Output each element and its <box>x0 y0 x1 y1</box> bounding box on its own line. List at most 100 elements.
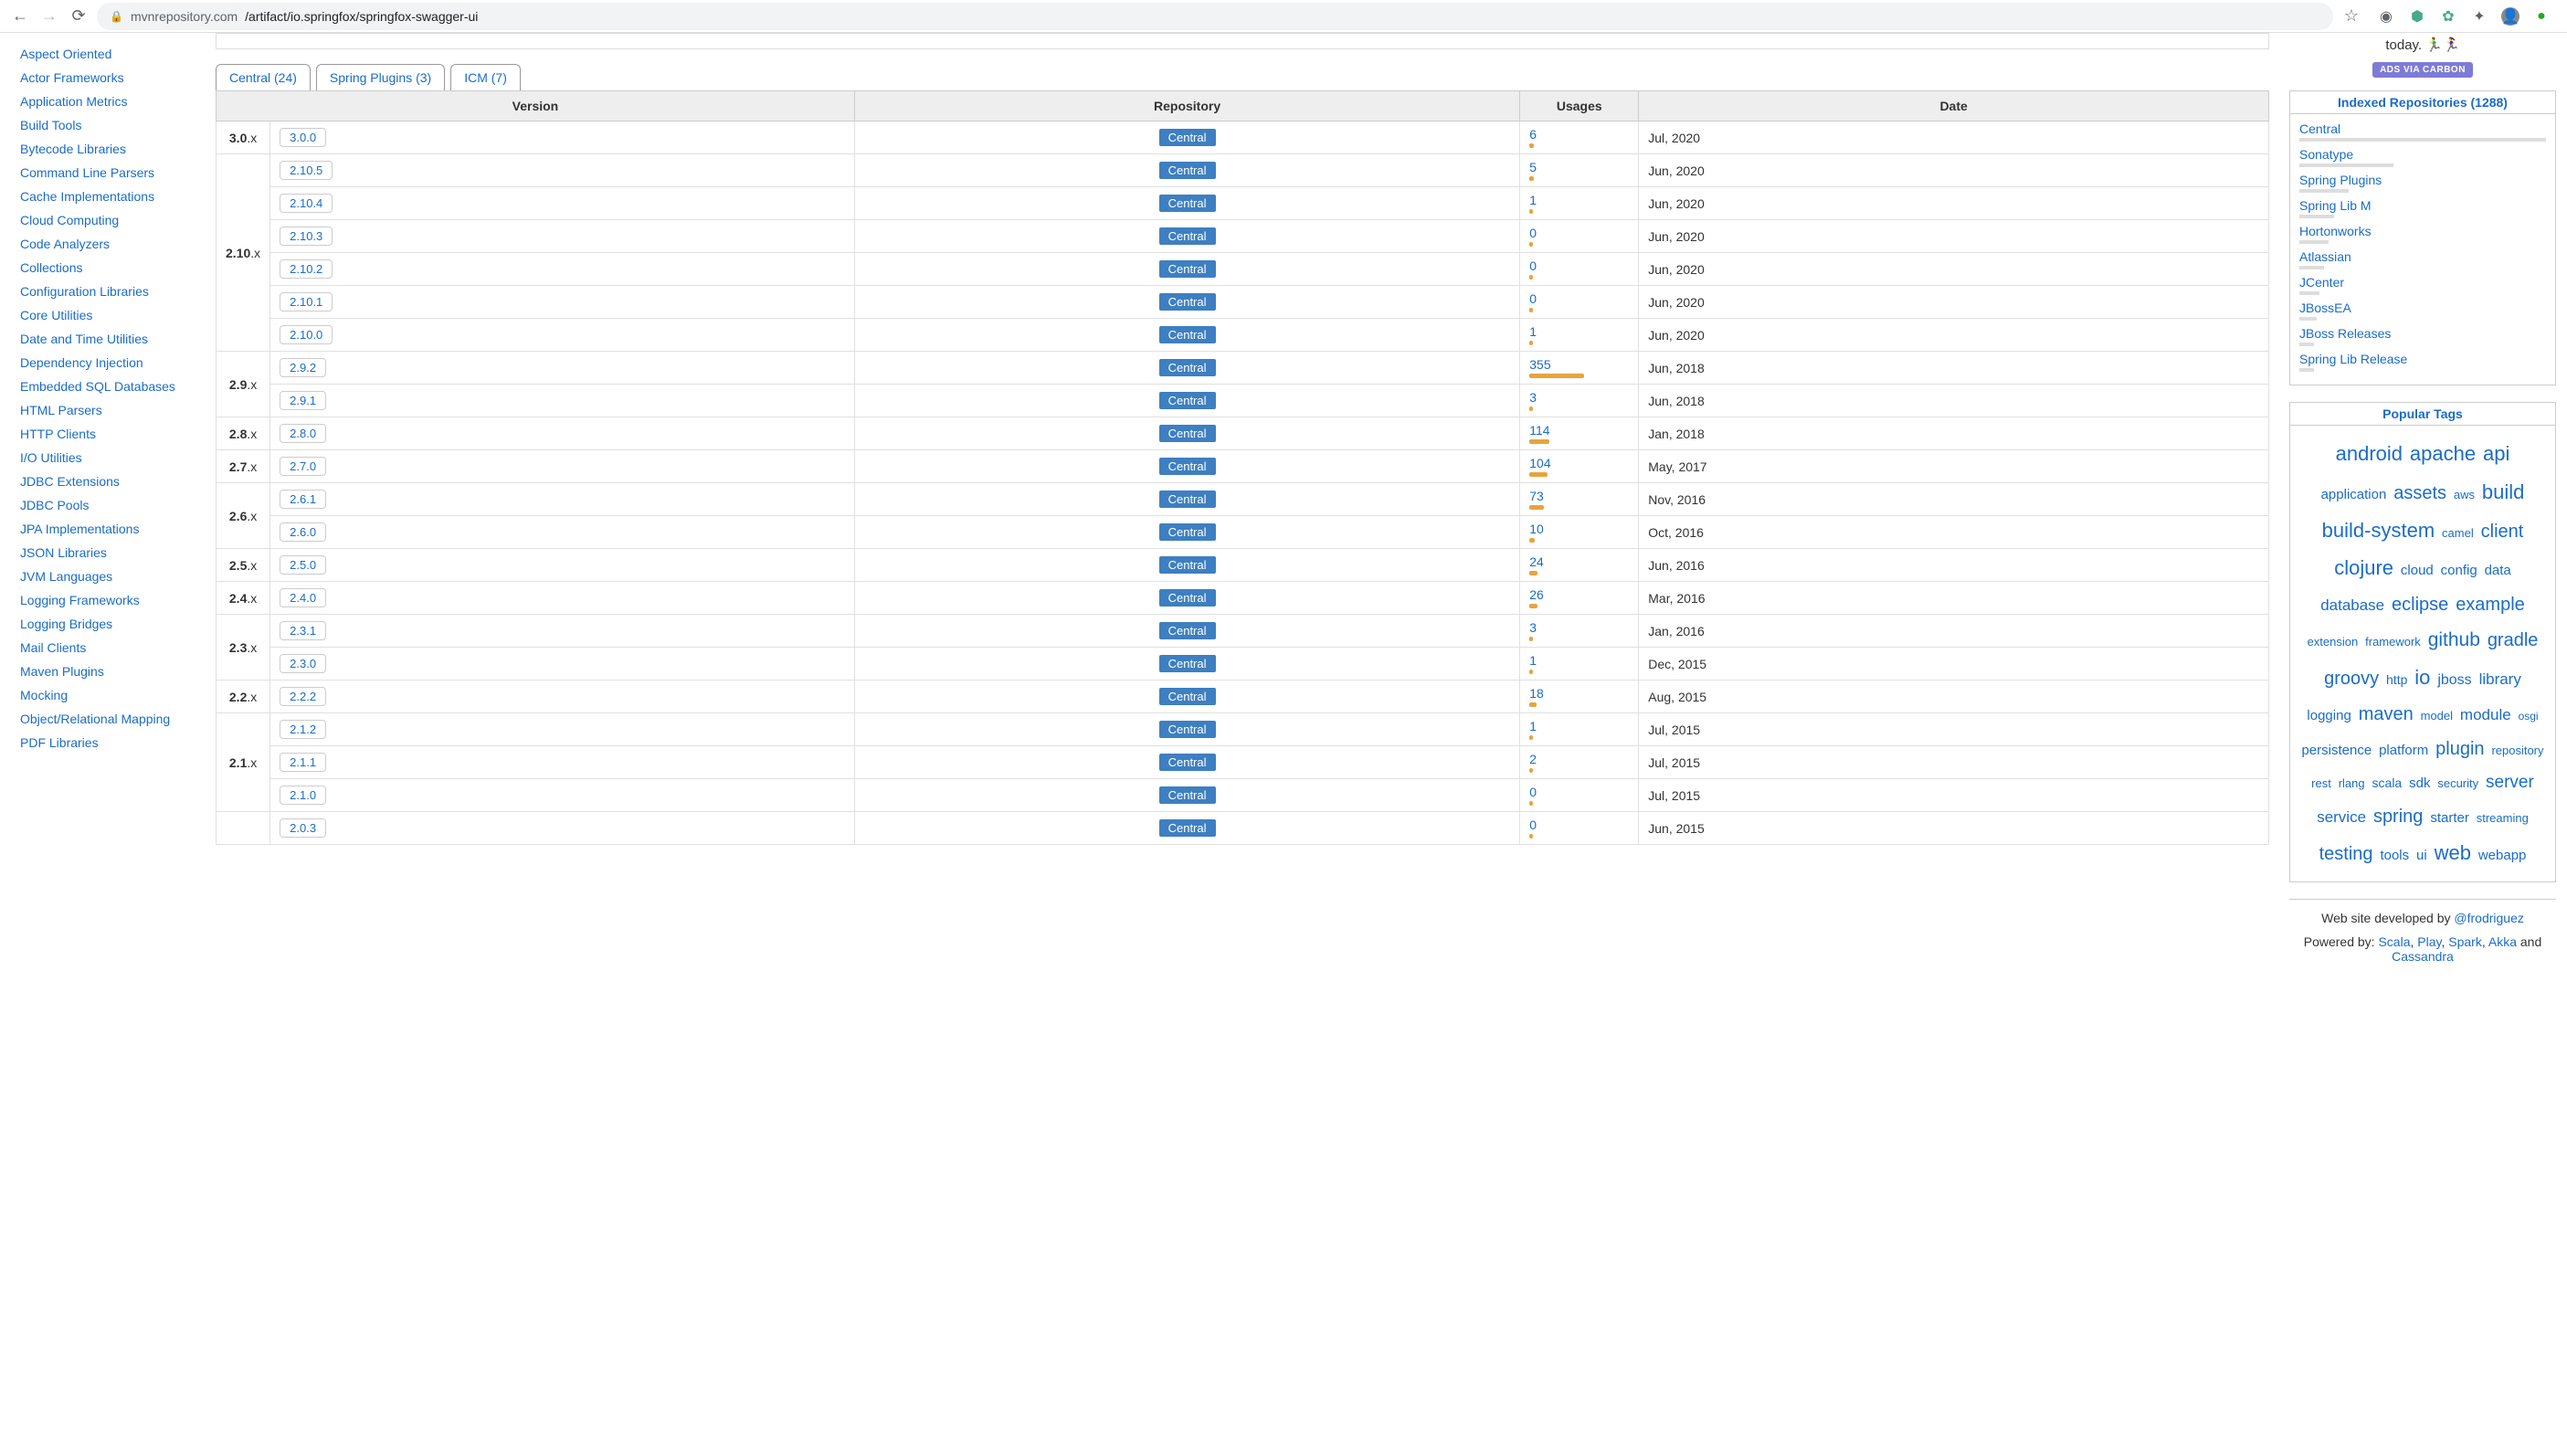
tag-link[interactable]: camel <box>2442 526 2474 540</box>
repo-badge[interactable]: Central <box>1159 359 1216 376</box>
indexed-repo-link[interactable]: Atlassian <box>2299 249 2351 264</box>
sidebar-item[interactable]: Command Line Parsers <box>13 161 194 185</box>
extension-icon[interactable]: ● <box>2532 7 2551 26</box>
usages-link[interactable]: 1 <box>1529 653 1537 668</box>
sidebar-item[interactable]: Cloud Computing <box>13 208 194 232</box>
footer-tech-link[interactable]: Cassandra <box>2392 949 2454 964</box>
version-link[interactable]: 2.2.2 <box>280 687 326 706</box>
tag-link[interactable]: spring <box>2373 807 2423 827</box>
usages-link[interactable]: 18 <box>1529 686 1544 701</box>
repo-badge[interactable]: Central <box>1159 556 1216 574</box>
tag-link[interactable]: model <box>2421 709 2453 723</box>
version-link[interactable]: 3.0.0 <box>280 128 326 147</box>
sidebar-item[interactable]: Application Metrics <box>13 90 194 113</box>
version-link[interactable]: 2.10.0 <box>280 325 333 344</box>
indexed-repo-link[interactable]: Spring Lib Release <box>2299 352 2407 366</box>
repo-tab-label[interactable]: Spring Plugins (3) <box>330 70 431 85</box>
usages-link[interactable]: 6 <box>1529 127 1537 142</box>
tag-link[interactable]: streaming <box>2477 811 2529 825</box>
sidebar-item[interactable]: HTML Parsers <box>13 398 194 422</box>
tag-link[interactable]: io <box>2414 666 2430 689</box>
sidebar-item[interactable]: Build Tools <box>13 113 194 137</box>
tag-link[interactable]: sdk <box>2409 775 2430 791</box>
extension-icon[interactable]: ◉ <box>2377 7 2395 26</box>
tag-link[interactable]: rlang <box>2339 776 2365 790</box>
usages-link[interactable]: 0 <box>1529 226 1537 240</box>
profile-icon[interactable]: 👤 <box>2501 7 2519 26</box>
version-link[interactable]: 2.10.5 <box>280 161 333 180</box>
tag-link[interactable]: github <box>2428 629 2480 650</box>
sidebar-item[interactable]: JPA Implementations <box>13 517 194 541</box>
sidebar-item[interactable]: Bytecode Libraries <box>13 137 194 161</box>
indexed-repo-link[interactable]: Spring Plugins <box>2299 173 2382 187</box>
repo-badge[interactable]: Central <box>1159 754 1216 771</box>
version-link[interactable]: 2.10.1 <box>280 292 333 311</box>
tag-link[interactable]: maven <box>2359 704 2414 724</box>
footer-tech-link[interactable]: Akka <box>2488 934 2517 949</box>
version-link[interactable]: 2.8.0 <box>280 424 326 443</box>
tag-link[interactable]: starter <box>2430 810 2469 826</box>
tag-link[interactable]: webapp <box>2478 848 2527 863</box>
usages-link[interactable]: 3 <box>1529 390 1537 405</box>
indexed-repo-link[interactable]: Central <box>2299 121 2340 136</box>
usages-link[interactable]: 1 <box>1529 193 1537 207</box>
tag-link[interactable]: example <box>2456 595 2525 615</box>
tag-link[interactable]: build <box>2482 480 2524 503</box>
tag-link[interactable]: eclipse <box>2392 595 2448 615</box>
repo-tab[interactable]: Spring Plugins (3) <box>316 64 445 90</box>
tag-link[interactable]: server <box>2486 773 2534 792</box>
sidebar-item[interactable]: Collections <box>13 256 194 280</box>
version-link[interactable]: 2.0.3 <box>280 818 326 838</box>
version-link[interactable]: 2.3.1 <box>280 621 326 640</box>
usages-link[interactable]: 2 <box>1529 752 1537 766</box>
extension-icon[interactable]: ⬢ <box>2408 7 2426 26</box>
repo-badge[interactable]: Central <box>1159 392 1216 409</box>
repo-badge[interactable]: Central <box>1159 260 1216 278</box>
sidebar-item[interactable]: Mocking <box>13 683 194 707</box>
sidebar-item[interactable]: Actor Frameworks <box>13 66 194 90</box>
usages-link[interactable]: 24 <box>1529 554 1544 569</box>
address-bar[interactable]: 🔒 mvnrepository.com/artifact/io.springfo… <box>97 3 2333 30</box>
sidebar-item[interactable]: Dependency Injection <box>13 351 194 375</box>
sidebar-item[interactable]: Mail Clients <box>13 636 194 659</box>
tag-link[interactable]: client <box>2481 522 2524 542</box>
back-button[interactable]: ← <box>9 5 31 27</box>
tag-link[interactable]: gradle <box>2488 630 2539 650</box>
tag-link[interactable]: rest <box>2311 776 2331 790</box>
star-icon[interactable]: ☆ <box>2340 5 2362 27</box>
sidebar-item[interactable]: JSON Libraries <box>13 541 194 564</box>
usages-link[interactable]: 73 <box>1529 489 1544 503</box>
repo-badge[interactable]: Central <box>1159 721 1216 738</box>
indexed-repo-link[interactable]: JCenter <box>2299 275 2344 290</box>
version-link[interactable]: 2.9.1 <box>280 391 326 410</box>
repo-badge[interactable]: Central <box>1159 425 1216 442</box>
tag-link[interactable]: framework <box>2365 635 2421 649</box>
sidebar-item[interactable]: Date and Time Utilities <box>13 327 194 351</box>
version-link[interactable]: 2.3.0 <box>280 654 326 673</box>
repo-badge[interactable]: Central <box>1159 491 1216 508</box>
version-link[interactable]: 2.5.0 <box>280 555 326 575</box>
tag-link[interactable]: web <box>2435 841 2471 864</box>
repo-badge[interactable]: Central <box>1159 293 1216 311</box>
puzzle-icon[interactable]: ✦ <box>2470 7 2488 26</box>
usages-link[interactable]: 0 <box>1529 291 1537 306</box>
tag-link[interactable]: logging <box>2307 708 2350 723</box>
reload-button[interactable]: ⟳ <box>68 5 90 27</box>
repo-tab-label[interactable]: Central (24) <box>229 70 297 85</box>
tag-link[interactable]: assets <box>2393 483 2446 503</box>
sidebar-item[interactable]: I/O Utilities <box>13 446 194 470</box>
tag-link[interactable]: service <box>2317 808 2366 826</box>
sidebar-item[interactable]: Maven Plugins <box>13 659 194 683</box>
usages-link[interactable]: 114 <box>1529 423 1549 438</box>
repo-badge[interactable]: Central <box>1159 622 1216 639</box>
sidebar-item[interactable]: Embedded SQL Databases <box>13 375 194 398</box>
repo-badge[interactable]: Central <box>1159 589 1216 607</box>
tag-link[interactable]: tools <box>2380 848 2409 863</box>
tag-link[interactable]: groovy <box>2324 669 2379 689</box>
tag-link[interactable]: apache <box>2410 442 2476 465</box>
indexed-repo-link[interactable]: Hortonworks <box>2299 224 2372 238</box>
indexed-repo-link[interactable]: JBossEA <box>2299 301 2351 315</box>
repo-tab[interactable]: Central (24) <box>216 64 311 90</box>
version-link[interactable]: 2.10.3 <box>280 227 333 246</box>
usages-link[interactable]: 3 <box>1529 620 1537 635</box>
